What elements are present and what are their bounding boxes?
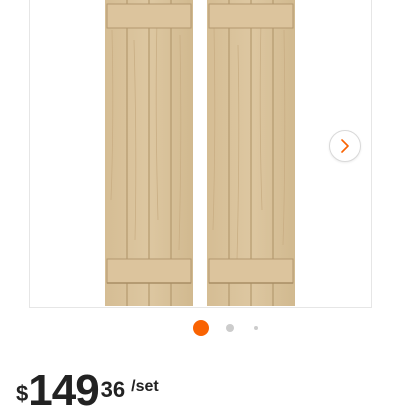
chevron-right-icon bbox=[341, 139, 349, 153]
left-shutter bbox=[105, 0, 193, 306]
price-dollars: 149 bbox=[28, 366, 99, 415]
price-unit: /set bbox=[131, 378, 159, 395]
next-image-button[interactable] bbox=[329, 130, 361, 162]
price-currency: $ bbox=[16, 381, 29, 406]
carousel-dot-3[interactable] bbox=[254, 326, 258, 330]
right-shutter bbox=[207, 0, 295, 306]
carousel-dot-1[interactable] bbox=[193, 320, 209, 336]
price: $ 149 36 /set bbox=[16, 369, 159, 413]
price-cents: 36 bbox=[100, 377, 126, 402]
carousel-dots bbox=[0, 320, 400, 336]
carousel-dot-2[interactable] bbox=[226, 324, 234, 332]
